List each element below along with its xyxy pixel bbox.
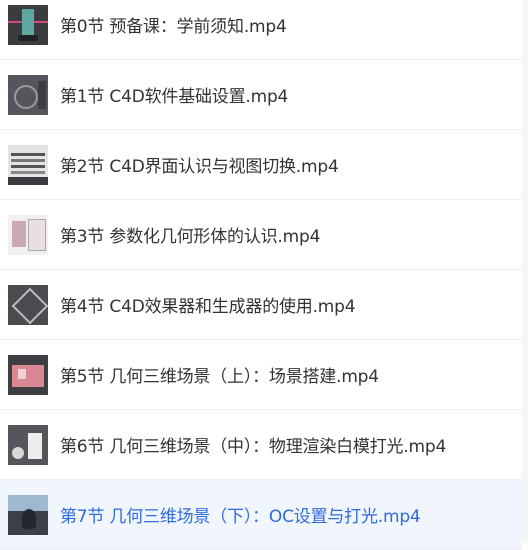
lesson-list: 第0节 预备课：学前须知.mp4 第1节 C4D软件基础设置.mp4 第2节 C… — [0, 0, 522, 550]
lesson-item[interactable]: 第2节 C4D界面认识与视图切换.mp4 — [0, 130, 522, 200]
lesson-title: 第1节 C4D软件基础设置.mp4 — [60, 87, 289, 107]
video-thumbnail — [8, 144, 48, 185]
lesson-item[interactable]: 第1节 C4D软件基础设置.mp4 — [0, 60, 522, 130]
lesson-item[interactable]: 第4节 C4D效果器和生成器的使用.mp4 — [0, 270, 522, 340]
video-thumbnail — [8, 494, 48, 535]
video-thumbnail — [8, 354, 48, 395]
video-thumbnail — [8, 214, 48, 255]
lesson-item[interactable]: 第0节 预备课：学前须知.mp4 — [0, 0, 522, 60]
video-thumbnail — [8, 74, 48, 115]
lesson-title: 第0节 预备课：学前须知.mp4 — [60, 17, 287, 37]
scrollbar[interactable] — [522, 0, 528, 543]
lesson-item[interactable]: 第5节 几何三维场景（上）：场景搭建.mp4 — [0, 340, 522, 410]
video-thumbnail — [8, 4, 48, 45]
video-thumbnail — [8, 424, 48, 465]
lesson-item[interactable]: 第6节 几何三维场景（中）：物理渲染白模打光.mp4 — [0, 410, 522, 480]
lesson-title: 第4节 C4D效果器和生成器的使用.mp4 — [60, 297, 356, 317]
lesson-item[interactable]: 第3节 参数化几何形体的认识.mp4 — [0, 200, 522, 270]
lesson-title: 第5节 几何三维场景（上）：场景搭建.mp4 — [60, 367, 379, 387]
video-thumbnail — [8, 284, 48, 325]
lesson-title: 第7节 几何三维场景（下）：OC设置与打光.mp4 — [60, 507, 421, 527]
lesson-title: 第6节 几何三维场景（中）：物理渲染白模打光.mp4 — [60, 437, 447, 457]
lesson-title: 第3节 参数化几何形体的认识.mp4 — [60, 227, 321, 247]
lesson-title: 第2节 C4D界面认识与视图切换.mp4 — [60, 157, 339, 177]
lesson-item-active[interactable]: 第7节 几何三维场景（下）：OC设置与打光.mp4 — [0, 480, 522, 550]
